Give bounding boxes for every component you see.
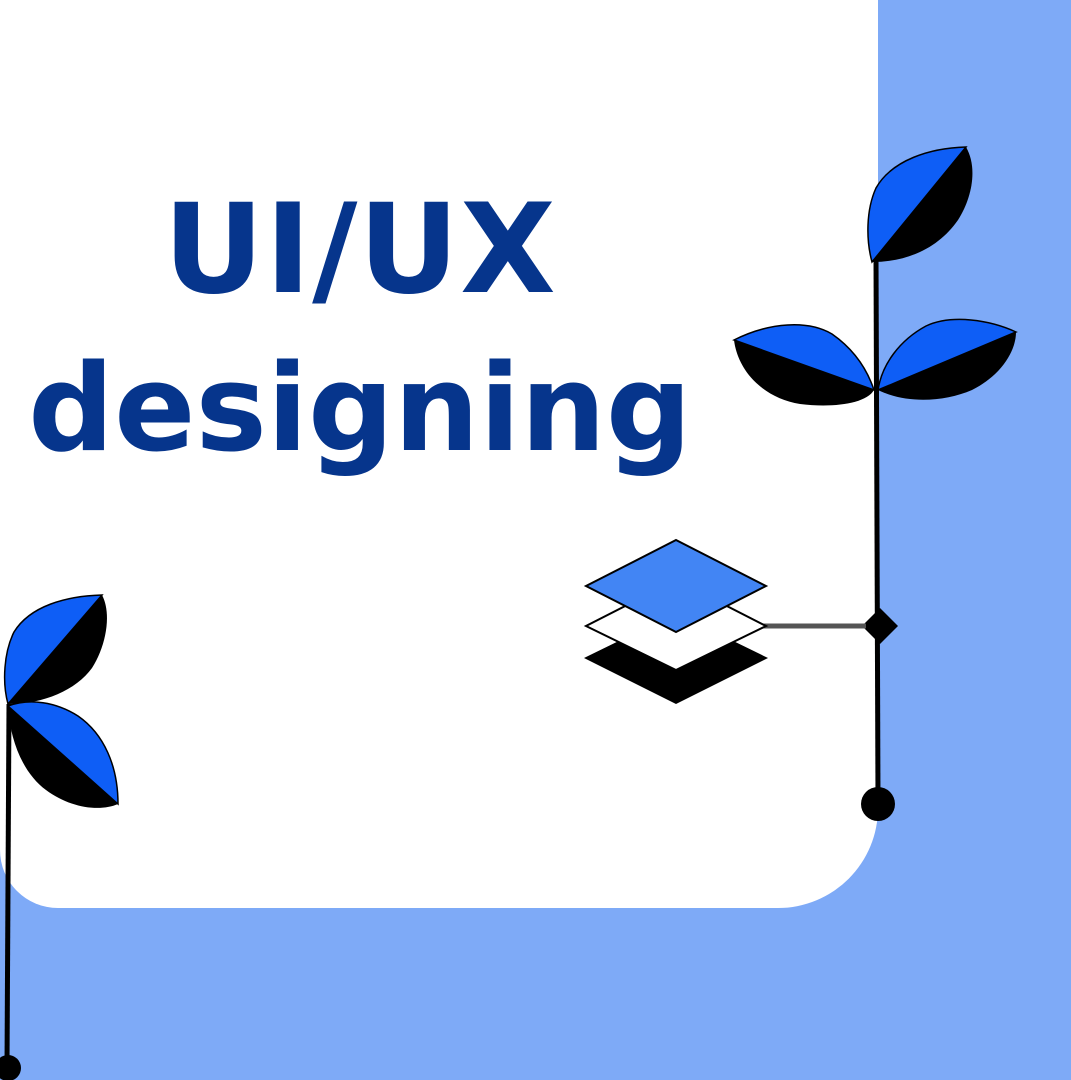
plant-left-end-dot <box>0 1055 21 1080</box>
plant-right-left-leaf-icon <box>732 324 876 406</box>
plant-left-top-leaf-icon <box>3 594 107 706</box>
plant-right-right-leaf-icon <box>877 318 1018 400</box>
plant-right-joint-icon <box>862 608 898 644</box>
plant-right-end-dot <box>861 787 895 821</box>
plant-right-top-leaf-icon <box>867 146 973 264</box>
plant-left-stem <box>4 703 12 1067</box>
plant-left-icon <box>0 594 119 1080</box>
plant-left-lower-leaf-icon <box>6 701 119 808</box>
layers-stack-icon <box>583 538 769 704</box>
plant-right-stem <box>873 257 881 803</box>
decorative-illustrations <box>0 146 1018 1080</box>
plant-right-icon <box>732 146 1018 821</box>
